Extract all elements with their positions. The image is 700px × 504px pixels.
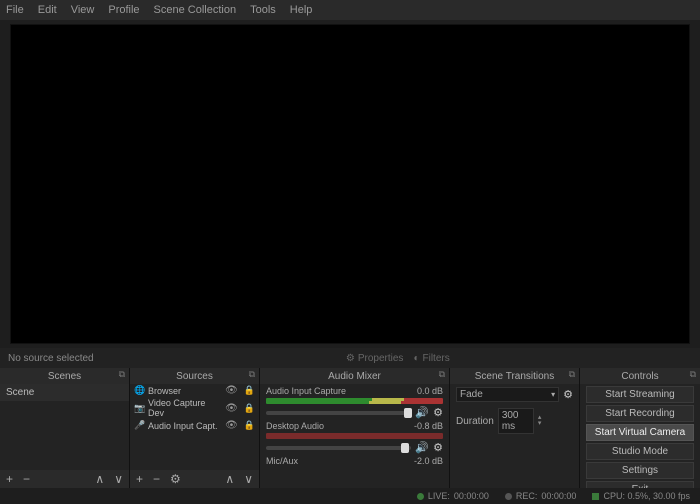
sources-header[interactable]: Sources ⧉ bbox=[130, 368, 259, 384]
duration-label: Duration bbox=[456, 416, 494, 427]
source-item-video-capture[interactable]: 📷 Video Capture Dev 👁 🔒 bbox=[130, 397, 259, 419]
controls-header[interactable]: Controls ⧉ bbox=[580, 368, 700, 384]
visibility-toggle[interactable]: 👁 bbox=[225, 403, 238, 414]
lock-toggle[interactable]: 🔒 bbox=[244, 385, 255, 396]
chevron-down-icon: ▾ bbox=[551, 390, 555, 399]
source-toolbar: No source selected ⚙ Properties ◐ Filter… bbox=[0, 348, 700, 368]
gear-icon: ⚙ bbox=[346, 353, 355, 364]
filters-icon: ◐ bbox=[413, 353, 419, 364]
menu-help[interactable]: Help bbox=[290, 4, 313, 16]
settings-button[interactable]: Settings bbox=[586, 462, 694, 479]
source-up-button[interactable]: ∧ bbox=[225, 472, 234, 486]
channel-name: Audio Input Capture bbox=[266, 386, 346, 396]
channel-settings-icon[interactable]: ⚙ bbox=[433, 441, 443, 454]
channel-name: Mic/Aux bbox=[266, 456, 298, 466]
start-recording-button[interactable]: Start Recording bbox=[586, 405, 694, 422]
transitions-header[interactable]: Scene Transitions ⧉ bbox=[450, 368, 579, 384]
studio-mode-button[interactable]: Studio Mode bbox=[586, 443, 694, 460]
transition-type: Fade bbox=[460, 389, 483, 400]
remove-source-button[interactable]: − bbox=[153, 472, 160, 486]
undock-icon[interactable]: ⧉ bbox=[119, 369, 125, 380]
globe-icon: 🌐 bbox=[134, 385, 144, 396]
channel-settings-icon[interactable]: ⚙ bbox=[433, 406, 443, 419]
source-item-audio-input[interactable]: 🎤 Audio Input Capt. 👁 🔒 bbox=[130, 419, 259, 432]
add-scene-button[interactable]: + bbox=[6, 472, 13, 486]
duration-spinner[interactable]: ▴▾ bbox=[538, 415, 542, 427]
camera-icon: 📷 bbox=[134, 403, 144, 414]
undock-icon[interactable]: ⧉ bbox=[569, 369, 575, 380]
sources-footer: + − ⚙ ∧ ∨ bbox=[130, 470, 259, 488]
status-bar: LIVE: 00:00:00 REC: 00:00:00 CPU: 0.5%, … bbox=[0, 488, 700, 504]
sources-title: Sources bbox=[176, 371, 213, 382]
menu-edit[interactable]: Edit bbox=[38, 4, 57, 16]
menu-view[interactable]: View bbox=[71, 4, 95, 16]
volume-slider[interactable] bbox=[266, 411, 411, 415]
channel-db: 0.0 dB bbox=[417, 386, 443, 396]
lock-toggle[interactable]: 🔒 bbox=[244, 403, 255, 414]
start-virtual-camera-button[interactable]: Start Virtual Camera bbox=[586, 424, 694, 441]
filters-label: Filters bbox=[422, 353, 449, 364]
lock-toggle[interactable]: 🔒 bbox=[244, 420, 255, 431]
start-streaming-button[interactable]: Start Streaming bbox=[586, 386, 694, 403]
properties-label: Properties bbox=[358, 353, 404, 364]
source-label: Browser bbox=[148, 386, 181, 396]
undock-icon[interactable]: ⧉ bbox=[690, 369, 696, 380]
volume-slider[interactable] bbox=[266, 446, 411, 450]
transition-settings-icon[interactable]: ⚙ bbox=[563, 388, 573, 401]
mixer-channel-mic-aux: Mic/Aux -2.0 dB bbox=[260, 454, 449, 466]
menu-bar: File Edit View Profile Scene Collection … bbox=[0, 0, 700, 20]
speaker-icon[interactable]: 🔊 bbox=[415, 406, 429, 419]
channel-name: Desktop Audio bbox=[266, 421, 324, 431]
mic-icon: 🎤 bbox=[134, 420, 144, 431]
undock-icon[interactable]: ⧉ bbox=[439, 369, 445, 380]
scenes-title: Scenes bbox=[48, 371, 81, 382]
remove-scene-button[interactable]: − bbox=[23, 472, 30, 486]
mixer-channel-audio-input: Audio Input Capture 0.0 dB 🔊 ⚙ bbox=[260, 384, 449, 419]
controls-title: Controls bbox=[621, 371, 658, 382]
exit-button[interactable]: Exit bbox=[586, 481, 694, 488]
vu-meter bbox=[266, 398, 443, 404]
no-source-label: No source selected bbox=[8, 353, 94, 364]
source-item-browser[interactable]: 🌐 Browser 👁 🔒 bbox=[130, 384, 259, 397]
menu-file[interactable]: File bbox=[6, 4, 24, 16]
source-label: Audio Input Capt. bbox=[148, 421, 218, 431]
preview-canvas[interactable] bbox=[10, 24, 690, 344]
controls-panel: Controls ⧉ Start Streaming Start Recordi… bbox=[580, 368, 700, 488]
transitions-panel: Scene Transitions ⧉ Fade ▾ ⚙ Duration 30… bbox=[450, 368, 580, 488]
scene-down-button[interactable]: ∨ bbox=[114, 472, 123, 486]
source-props-button[interactable]: ⚙ bbox=[170, 472, 181, 486]
scenes-footer: + − ∧ ∨ bbox=[0, 470, 129, 488]
live-dot-icon bbox=[417, 493, 424, 500]
menu-tools[interactable]: Tools bbox=[250, 4, 276, 16]
sources-panel: Sources ⧉ 🌐 Browser 👁 🔒 📷 Video Capture … bbox=[130, 368, 260, 488]
undock-icon[interactable]: ⧉ bbox=[249, 369, 255, 380]
visibility-toggle[interactable]: 👁 bbox=[225, 385, 238, 396]
docks: Scenes ⧉ Scene + − ∧ ∨ Sources ⧉ 🌐 Brows… bbox=[0, 368, 700, 488]
channel-db: -0.8 dB bbox=[414, 421, 443, 431]
vu-meter bbox=[266, 433, 443, 439]
speaker-icon[interactable]: 🔊 bbox=[415, 441, 429, 454]
rec-dot-icon bbox=[505, 493, 512, 500]
cpu-indicator-icon bbox=[592, 493, 599, 500]
scene-item[interactable]: Scene bbox=[0, 384, 129, 401]
scenes-panel: Scenes ⧉ Scene + − ∧ ∨ bbox=[0, 368, 130, 488]
source-down-button[interactable]: ∨ bbox=[244, 472, 253, 486]
channel-db: -2.0 dB bbox=[414, 456, 443, 466]
visibility-toggle[interactable]: 👁 bbox=[225, 420, 238, 431]
menu-profile[interactable]: Profile bbox=[108, 4, 139, 16]
transition-select[interactable]: Fade ▾ bbox=[456, 387, 559, 402]
mixer-title: Audio Mixer bbox=[328, 371, 381, 382]
scenes-header[interactable]: Scenes ⧉ bbox=[0, 368, 129, 384]
scene-up-button[interactable]: ∧ bbox=[95, 472, 104, 486]
filters-button[interactable]: ◐ Filters bbox=[413, 353, 449, 364]
properties-button[interactable]: ⚙ Properties bbox=[346, 353, 404, 364]
source-label: Video Capture Dev bbox=[148, 398, 221, 418]
add-source-button[interactable]: + bbox=[136, 472, 143, 486]
transitions-title: Scene Transitions bbox=[475, 371, 555, 382]
mixer-header[interactable]: Audio Mixer ⧉ bbox=[260, 368, 449, 384]
mixer-channel-desktop-audio: Desktop Audio -0.8 dB 🔊 ⚙ bbox=[260, 419, 449, 454]
menu-scene-collection[interactable]: Scene Collection bbox=[154, 4, 237, 16]
duration-input[interactable]: 300 ms bbox=[498, 408, 534, 434]
audio-mixer-panel: Audio Mixer ⧉ Audio Input Capture 0.0 dB… bbox=[260, 368, 450, 488]
